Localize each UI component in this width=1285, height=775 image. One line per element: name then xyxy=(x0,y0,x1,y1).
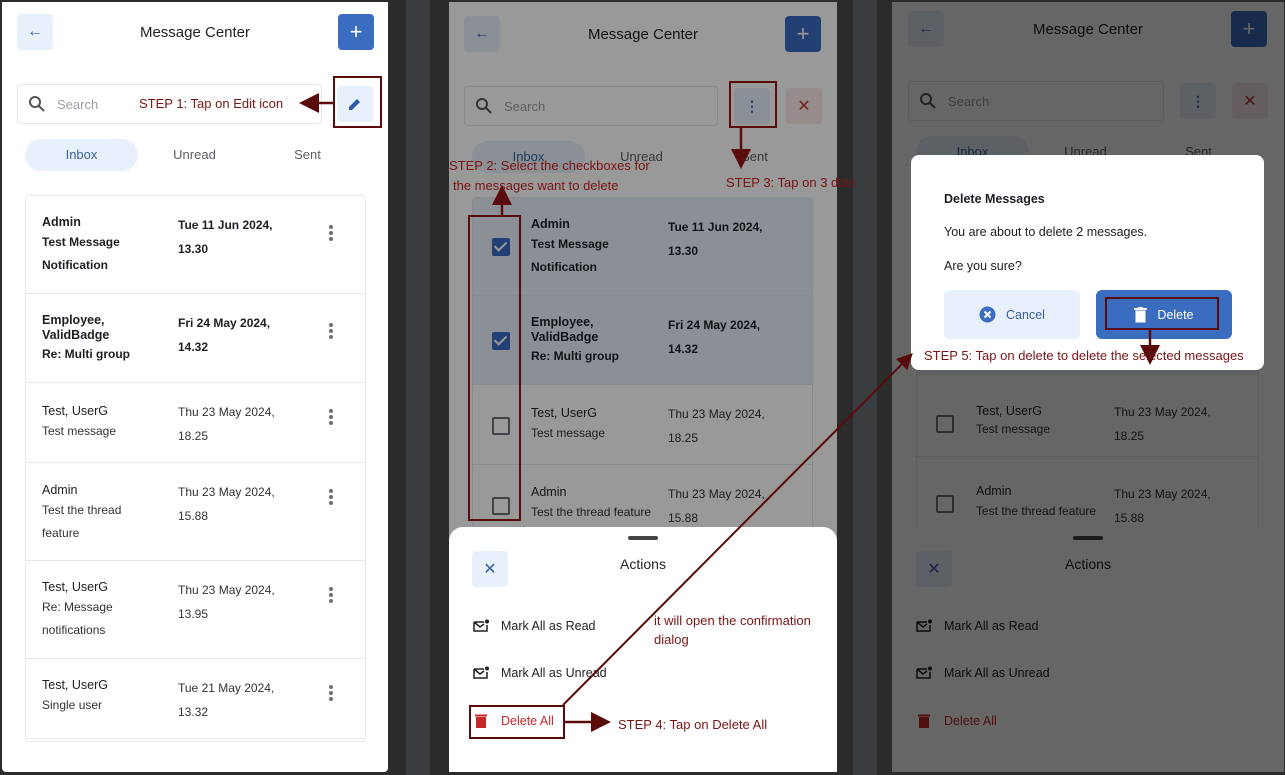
action-label: Mark All as Unread xyxy=(501,666,607,680)
message-subject: Re: Multi group xyxy=(42,347,130,361)
message-time: 14.32 xyxy=(178,340,209,354)
message-row[interactable]: Employee, ValidBadge Re: Multi group Fri… xyxy=(26,294,365,383)
annotation-step2-line1: STEP 2: Select the checkboxes for xyxy=(449,158,650,173)
more-vert-icon[interactable] xyxy=(329,323,333,341)
sheet-title: Actions xyxy=(620,556,666,572)
more-vert-icon[interactable] xyxy=(329,685,333,703)
annotation-step5: STEP 5: Tap on delete to delete the sele… xyxy=(924,348,1244,363)
highlight-delete-all xyxy=(469,705,565,739)
more-vert-icon[interactable] xyxy=(329,409,333,427)
message-row[interactable]: Admin Test the thread feature Thu 23 May… xyxy=(26,463,365,561)
tutorial-stage: ← Message Center + Search Inbox Unread S… xyxy=(0,0,1285,775)
more-vert-icon[interactable] xyxy=(329,489,333,507)
drag-handle[interactable] xyxy=(628,536,658,540)
cancel-button[interactable]: Cancel xyxy=(944,290,1080,339)
tab-sent[interactable]: Sent xyxy=(251,139,364,171)
highlight-more-button xyxy=(729,81,777,128)
message-row[interactable]: Test, UserG Single user Tue 21 May 2024,… xyxy=(26,659,365,739)
annotation-step4-note-line1: it will open the confirmation xyxy=(654,613,811,628)
search-icon xyxy=(29,96,45,112)
gutter xyxy=(406,0,430,775)
screen-step1: ← Message Center + Search Inbox Unread S… xyxy=(2,2,388,772)
dialog-title: Delete Messages xyxy=(944,192,1045,206)
mail-mark-icon xyxy=(473,619,489,632)
new-message-button[interactable]: + xyxy=(338,14,374,50)
action-mark-all-read[interactable]: Mark All as Read xyxy=(473,616,595,636)
mail-mark-icon xyxy=(473,666,489,679)
tab-inbox[interactable]: Inbox xyxy=(25,139,138,171)
message-time: 13.30 xyxy=(178,242,209,256)
message-sender: Admin xyxy=(42,483,78,497)
highlight-edit-button xyxy=(333,76,382,128)
annotation-step4: STEP 4: Tap on Delete All xyxy=(618,717,768,732)
gutter xyxy=(853,0,877,775)
message-sender: Admin xyxy=(42,215,81,229)
annotation-step1: STEP 1: Tap on Edit icon xyxy=(139,96,284,111)
message-subject: Single user xyxy=(42,698,103,712)
message-date: Fri 24 May 2024, xyxy=(178,316,271,330)
message-time: 18.25 xyxy=(178,429,209,443)
message-row[interactable]: Test, UserG Test message Thu 23 May 2024… xyxy=(26,383,365,463)
message-row[interactable]: Test, UserG Re: Message notifications Th… xyxy=(26,561,365,659)
cancel-circle-icon xyxy=(979,306,996,323)
annotation-step3: STEP 3: Tap on 3 dots xyxy=(726,175,856,190)
message-time: 13.95 xyxy=(178,607,209,621)
message-subject: Test message xyxy=(42,424,117,438)
plus-icon: + xyxy=(349,19,363,44)
more-vert-icon[interactable] xyxy=(329,587,333,605)
tab-unread[interactable]: Unread xyxy=(138,139,251,171)
dialog-question: Are you sure? xyxy=(944,259,1022,273)
message-sender: Test, UserG xyxy=(42,580,108,594)
message-date: Thu 23 May 2024, xyxy=(178,485,275,499)
message-time: 15.88 xyxy=(178,509,209,523)
mailbox-tabs: Inbox Unread Sent xyxy=(25,139,365,171)
message-row[interactable]: Admin Test Message Notification Tue 11 J… xyxy=(26,196,365,294)
message-subject: Test the thread feature xyxy=(42,503,122,540)
message-time: 13.32 xyxy=(178,705,209,719)
message-subject: Test Message Notification xyxy=(42,235,120,272)
search-placeholder: Search xyxy=(57,97,99,112)
annotation-step2-line2: the messages want to delete xyxy=(453,178,619,193)
page-title: Message Center xyxy=(139,24,251,41)
more-vert-icon[interactable] xyxy=(329,225,333,243)
action-label: Mark All as Read xyxy=(501,619,596,633)
delete-confirmation-dialog: Delete Messages You are about to delete … xyxy=(911,155,1264,370)
message-sender: Employee, ValidBadge xyxy=(42,313,110,342)
cancel-label: Cancel xyxy=(1006,307,1045,322)
message-date: Thu 23 May 2024, xyxy=(178,583,275,597)
dialog-message: You are about to delete 2 messages. xyxy=(944,225,1148,239)
message-sender: Test, UserG xyxy=(42,678,108,692)
action-mark-all-unread[interactable]: Mark All as Unread xyxy=(473,663,607,683)
modal-backdrop[interactable] xyxy=(892,2,1284,772)
highlight-checkboxes xyxy=(468,215,521,521)
message-date: Tue 11 Jun 2024, xyxy=(178,218,273,232)
highlight-delete-button xyxy=(1105,297,1219,330)
annotation-step4-note-line2: dialog xyxy=(654,632,689,647)
message-sender: Test, UserG xyxy=(42,404,108,418)
screen-step5: ← Message Center + Search ⋮ ✕ Inbox Unre… xyxy=(892,2,1284,772)
message-date: Tue 21 May 2024, xyxy=(178,681,275,695)
message-date: Thu 23 May 2024, xyxy=(178,405,275,419)
message-subject: Re: Message notifications xyxy=(42,600,113,637)
message-list: Admin Test Message Notification Tue 11 J… xyxy=(25,195,366,742)
